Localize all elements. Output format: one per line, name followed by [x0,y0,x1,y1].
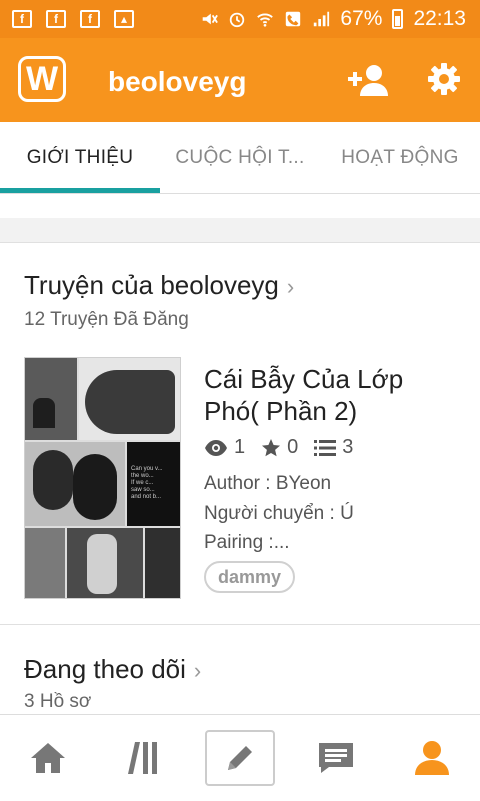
story-stats: 1 0 3 [204,436,353,459]
divider [0,624,480,625]
tab-conversations[interactable]: CUỘC HỘI T... [160,122,320,194]
chevron-right-icon: › [193,658,202,683]
add-user-icon[interactable] [348,62,390,98]
write-icon [228,746,252,770]
tab-activity[interactable]: HOẠT ĐỘNG [320,122,480,194]
story-description-line: Người chuyển : Ú [204,503,354,524]
story-tag[interactable]: dammy [204,561,296,593]
wattpad-logo[interactable]: W [18,56,66,102]
profile-tabs: GIỚI THIỆU CUỘC HỘI T... HOẠT ĐỘNG [0,122,480,194]
stories-count: 12 Truyện Đã Đăng [24,309,189,330]
clock: 22:13 [413,7,466,30]
following-section-header[interactable]: Đang theo dõi › [24,654,201,685]
notification-icons: f f f ▴ [0,10,134,28]
wifi-icon [257,13,274,27]
image-notification-icon: ▴ [114,10,134,28]
nav-library[interactable] [96,715,192,801]
star-icon [262,438,281,456]
chevron-right-icon: › [286,274,295,299]
nav-messages[interactable] [288,715,384,801]
tab-indicator [0,188,160,193]
story-cover-image[interactable]: Can you v... the wo... If we c... saw so...… [24,357,181,599]
settings-icon[interactable] [427,62,461,96]
section-separator [0,218,480,243]
bottom-navigation [0,714,480,800]
story-description-line: Pairing :... [204,532,290,553]
nav-home[interactable] [0,715,96,801]
following-title: Đang theo dõi [24,654,186,684]
story-title[interactable]: Cái Bẫy Của Lớp Phó( Phần 2) [204,363,464,427]
profile-username: beoloveyg [108,66,247,97]
nav-write[interactable] [192,715,288,801]
votes-count: 0 [287,436,299,458]
list-icon [314,439,337,456]
tab-about[interactable]: GIỚI THIỆU [0,122,160,194]
status-bar: f f f ▴ 67% 22:13 [0,0,480,38]
battery-icon [392,9,404,29]
library-icon [128,742,157,774]
stories-title: Truyện của beoloveyg [24,270,279,300]
stories-section-header[interactable]: Truyện của beoloveyg › [24,270,294,301]
profile-icon [415,741,449,775]
views-count: 1 [234,436,246,458]
alarm-icon [230,12,245,28]
story-description-line: Author : BYeon [204,473,332,494]
parts-count: 3 [342,436,354,458]
app-bar: W beoloveyg [0,38,480,122]
facebook-notification-icon: f [12,10,32,28]
battery-percent: 67% [340,7,383,30]
write-button-frame [205,730,275,786]
phone-icon [286,11,301,27]
following-count: 3 Hồ sơ [24,691,92,712]
home-icon [31,743,65,773]
messages-icon [319,743,353,773]
facebook-notification-icon: f [46,10,66,28]
system-icons: 67% 22:13 [200,0,466,38]
signal-icon [314,11,330,27]
facebook-notification-icon: f [80,10,100,28]
nav-profile[interactable] [384,715,480,801]
eye-icon [205,439,227,456]
mute-icon [203,13,219,25]
